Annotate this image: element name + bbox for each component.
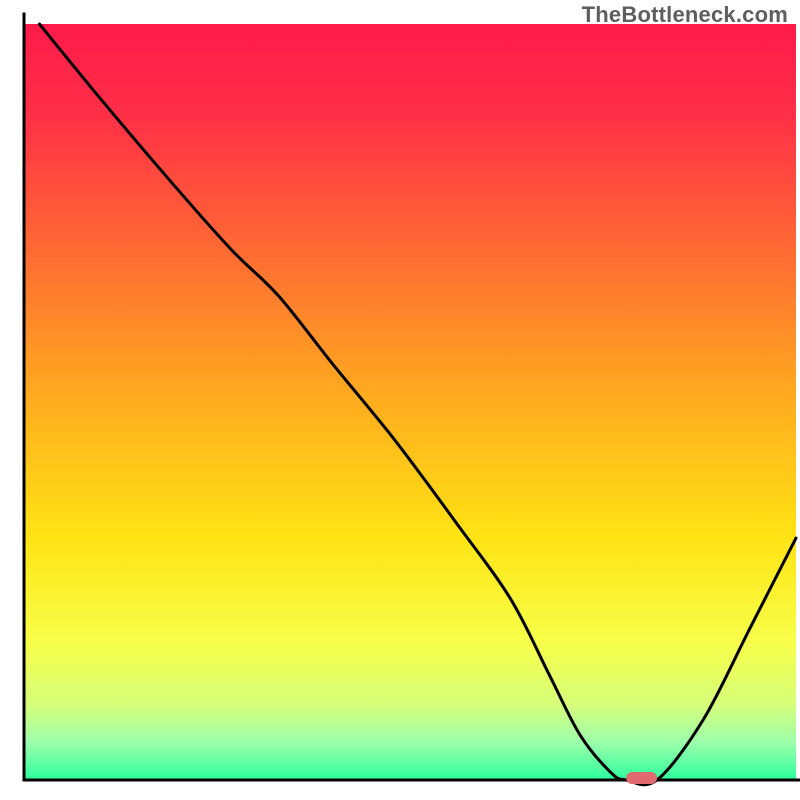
bottleneck-chart xyxy=(0,0,800,800)
watermark-label: TheBottleneck.com xyxy=(582,2,788,28)
optimal-marker xyxy=(626,772,657,784)
plot-background xyxy=(24,24,796,780)
chart-container: TheBottleneck.com xyxy=(0,0,800,800)
